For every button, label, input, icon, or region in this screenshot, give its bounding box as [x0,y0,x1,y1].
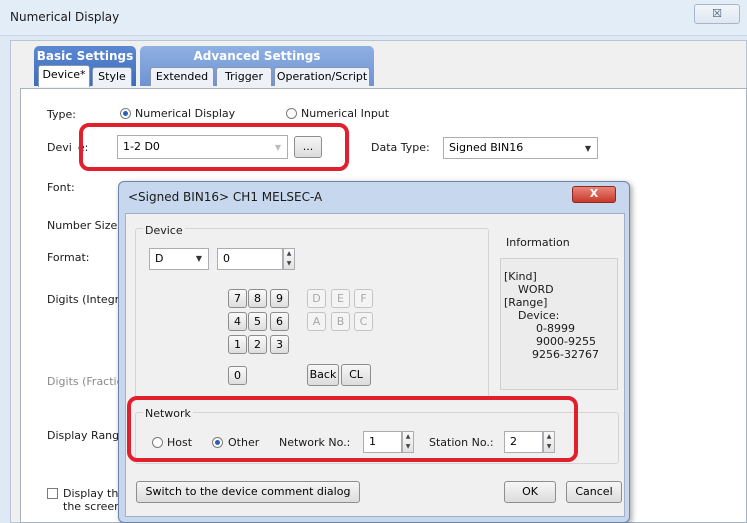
tab-group-basic-label: Basic Settings [36,49,134,63]
info-kind-heading: [Kind] [504,270,537,283]
key-c[interactable]: C [354,312,373,331]
number-size-label: Number Size: [47,219,121,232]
chevron-down-icon: ▼ [195,254,202,263]
digits-integer-label: Digits (Integr [47,293,120,306]
chevron-down-icon: ▼ [584,144,591,153]
key-7[interactable]: 7 [228,289,247,308]
cancel-button[interactable]: Cancel [566,481,622,503]
window-titlebar: Numerical Display ☒ [0,0,747,36]
tab-trigger[interactable]: Trigger [216,67,272,86]
close-icon: ☒ [712,7,722,20]
switch-comment-dialog-button[interactable]: Switch to the device comment dialog [136,481,360,503]
key-4[interactable]: 4 [228,312,247,331]
info-range-1: 0-8999 [536,322,575,335]
display-range-label: Display Range [47,429,126,442]
data-type-select[interactable]: Signed BIN16 ▼ [443,137,598,159]
device-number-value: 0 [223,252,230,265]
close-icon: X [589,187,599,200]
font-label: Font: [47,181,75,194]
tab-group-advanced-label: Advanced Settings [193,49,321,63]
key-8[interactable]: 8 [248,289,267,308]
device-number-input[interactable]: 0 [217,248,283,270]
tab-style[interactable]: Style [92,67,132,86]
tab-extended[interactable]: Extended [150,67,214,86]
back-button[interactable]: Back [307,364,339,386]
radio-numerical-display[interactable] [120,108,131,119]
numerical-display-label: Numerical Display [135,107,236,120]
info-kind-value: WORD [518,283,554,296]
key-5[interactable]: 5 [248,312,267,331]
info-device-label: Device: [518,309,560,322]
information-label: Information [506,236,570,249]
display-the-label: Display the [63,487,126,500]
clear-button[interactable]: CL [341,364,371,386]
numerical-input-label: Numerical Input [301,107,390,120]
key-d[interactable]: D [307,289,326,308]
window-title: Numerical Display [10,10,120,24]
window-close-button[interactable]: ☒ [694,4,740,24]
dialog-title: <Signed BIN16> CH1 MELSEC-A [128,190,323,204]
display-checkbox[interactable] [47,488,58,499]
device-number-spinner[interactable]: ▲ ▼ [283,248,295,270]
digits-fraction-label: Digits (Fractic [47,375,123,388]
key-b[interactable]: B [331,312,350,331]
key-2[interactable]: 2 [248,335,267,354]
dialog-close-button[interactable]: X [572,186,616,203]
info-range-heading: [Range] [504,296,548,309]
key-a[interactable]: A [307,312,326,331]
key-3[interactable]: 3 [270,335,289,354]
spin-down-icon[interactable]: ▼ [284,259,294,269]
the-screen-label: the screer [63,500,119,513]
device-type-select[interactable]: D ▼ [149,248,209,270]
key-6[interactable]: 6 [270,312,289,331]
key-9[interactable]: 9 [270,289,289,308]
highlight-network [127,396,578,462]
radio-numerical-input[interactable] [286,108,297,119]
info-range-3: 9256-32767 [532,348,599,361]
data-type-label: Data Type: [371,141,430,154]
spin-up-icon[interactable]: ▲ [284,249,294,259]
key-0[interactable]: 0 [228,366,247,385]
format-label: Format: [47,251,90,264]
data-type-value: Signed BIN16 [449,141,524,154]
info-range-2: 9000-9255 [536,335,596,348]
type-label: Type: [47,108,76,121]
highlight-device [79,123,349,171]
tab-device[interactable]: Device* [38,65,90,87]
key-1[interactable]: 1 [228,335,247,354]
ok-button[interactable]: OK [504,481,556,503]
tab-operation-script[interactable]: Operation/Script [274,67,370,86]
device-group-label: Device [143,224,185,237]
device-type-value: D [155,252,164,265]
key-f[interactable]: F [354,289,373,308]
key-e[interactable]: E [331,289,350,308]
